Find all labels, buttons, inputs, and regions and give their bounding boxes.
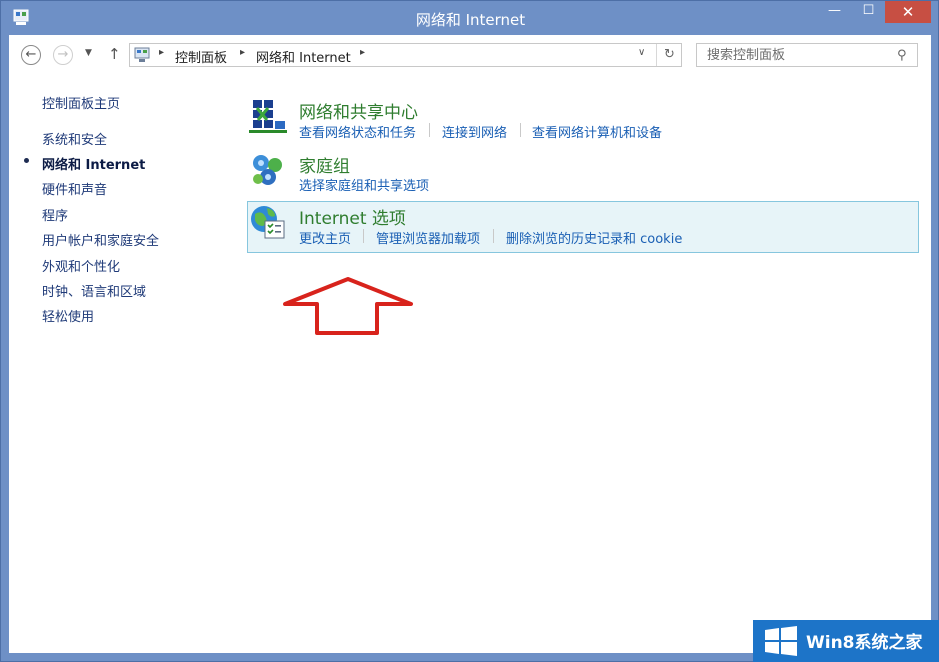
link-divider (493, 229, 494, 243)
delete-browsing-history-link[interactable]: 删除浏览的历史记录和 cookie (506, 228, 682, 247)
view-network-status-link[interactable]: 查看网络状态和任务 (299, 122, 416, 141)
network-sharing-icon[interactable] (249, 97, 287, 135)
annotation-up-arrow-icon (283, 277, 413, 335)
sidebar-item-appearance[interactable]: 外观和个性化 (42, 256, 120, 275)
refresh-button[interactable]: ↻ (656, 44, 682, 66)
window-content: ← → ▼ ↑ ▸ 控制面板 ▸ 网络和 Internet ▸ ∨ ↻ 搜索控制… (9, 35, 931, 653)
search-box[interactable]: ⚲ (696, 43, 918, 67)
breadcrumb-separator[interactable]: ▸ (360, 47, 365, 58)
navigation-bar: ← → ▼ ↑ ▸ 控制面板 ▸ 网络和 Internet ▸ ∨ ↻ 搜索控制… (9, 35, 931, 75)
sidebar-item-ease-of-access[interactable]: 轻松使用 (42, 306, 94, 325)
control-panel-icon (134, 47, 150, 62)
manage-addons-link[interactable]: 管理浏览器加载项 (376, 228, 480, 247)
sidebar-item-hardware-sound[interactable]: 硬件和声音 (42, 179, 107, 198)
link-divider (429, 123, 430, 137)
sidebar-item-clock-language[interactable]: 时钟、语言和区域 (42, 281, 146, 300)
change-home-page-link[interactable]: 更改主页 (299, 228, 351, 247)
close-button[interactable]: ✕ (885, 1, 931, 23)
network-sharing-center-title[interactable]: 网络和共享中心 (299, 98, 418, 123)
link-divider (363, 229, 364, 243)
internet-options-title[interactable]: Internet 选项 (299, 204, 406, 229)
sidebar-item-programs[interactable]: 程序 (42, 205, 68, 224)
breadcrumb-network-internet[interactable]: 网络和 Internet (256, 47, 351, 66)
homegroup-title[interactable]: 家庭组 (299, 152, 350, 177)
search-input[interactable] (697, 44, 897, 66)
watermark-text: Win8系统之家 (806, 633, 923, 653)
window-frame: 网络和 Internet — ☐ ✕ ← → ▼ ↑ ▸ 控制面板 ▸ 网络和 … (0, 0, 939, 662)
sidebar-control-panel-home[interactable]: 控制面板主页 (42, 93, 120, 112)
breadcrumb-separator[interactable]: ▸ (159, 47, 164, 58)
breadcrumb-separator[interactable]: ▸ (240, 47, 245, 58)
up-button[interactable]: ↑ (108, 45, 121, 63)
homegroup-sharing-link[interactable]: 选择家庭组和共享选项 (299, 175, 429, 194)
back-button[interactable]: ← (21, 45, 41, 65)
homegroup-icon[interactable] (249, 151, 287, 189)
window-title: 网络和 Internet (415, 11, 526, 29)
minimize-button[interactable]: — (817, 1, 852, 23)
forward-button[interactable]: → (53, 45, 73, 65)
sidebar-item-system-security[interactable]: 系统和安全 (42, 129, 107, 148)
connect-to-network-link[interactable]: 连接到网络 (442, 122, 507, 141)
link-divider (520, 123, 521, 137)
sidebar-item-network-internet[interactable]: 网络和 Internet (42, 154, 145, 173)
active-bullet-icon (24, 158, 29, 163)
recent-locations-dropdown[interactable]: ▼ (85, 48, 92, 58)
internet-options-icon[interactable] (249, 204, 287, 242)
maximize-button[interactable]: ☐ (853, 1, 884, 23)
address-bar[interactable]: ▸ 控制面板 ▸ 网络和 Internet ▸ ∨ ↻ (129, 43, 682, 67)
address-dropdown-icon[interactable]: ∨ (638, 47, 645, 58)
title-bar: 网络和 Internet — ☐ ✕ (1, 1, 939, 35)
search-icon[interactable]: ⚲ (897, 48, 907, 63)
sidebar-item-user-accounts[interactable]: 用户帐户和家庭安全 (42, 230, 159, 249)
breadcrumb-control-panel[interactable]: 控制面板 (175, 47, 227, 66)
view-network-computers-link[interactable]: 查看网络计算机和设备 (532, 122, 662, 141)
